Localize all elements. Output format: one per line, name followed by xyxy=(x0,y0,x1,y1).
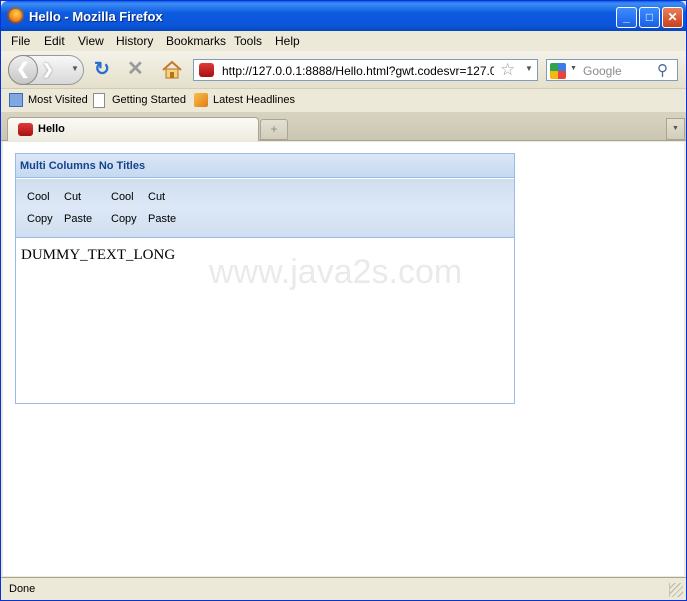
panel-title: Multi Columns No Titles xyxy=(20,160,146,172)
navigation-toolbar: ❮ ❯ ▼ ↻ ✕ http://127.0.0.1:8888/Hello.ht… xyxy=(1,51,686,89)
google-engine-icon[interactable] xyxy=(550,63,566,79)
rss-feed-icon xyxy=(194,93,208,107)
menu-tools[interactable]: Tools xyxy=(234,34,262,48)
menu-file[interactable]: File xyxy=(11,34,30,48)
toolbar-button-cool[interactable]: Cool xyxy=(27,191,50,203)
bookmark-getting-started[interactable]: Getting Started xyxy=(112,94,186,106)
panel-toolbar: Cool Cut Cool Cut Copy Paste Copy Paste xyxy=(16,179,514,238)
close-icon: ✕ xyxy=(667,10,678,24)
url-dropdown-icon[interactable]: ▼ xyxy=(525,64,533,73)
panel-body: DUMMY_TEXT_LONG www.java2s.com xyxy=(16,239,514,403)
back-arrow-icon: ❮ xyxy=(16,61,30,78)
back-button[interactable]: ❮ xyxy=(8,55,38,85)
bookmark-star-icon[interactable]: ☆ xyxy=(500,60,515,80)
menu-bookmarks[interactable]: Bookmarks xyxy=(166,34,226,48)
firefox-icon xyxy=(7,7,24,24)
search-icon[interactable]: ⚲ xyxy=(657,61,668,79)
toolbar-button-cut[interactable]: Cut xyxy=(148,191,165,203)
toolbar-button-copy[interactable]: Copy xyxy=(27,213,53,225)
window-title: Hello - Mozilla Firefox xyxy=(29,9,163,24)
panel-header: Multi Columns No Titles xyxy=(16,154,514,178)
list-all-tabs-button[interactable]: ▼ xyxy=(666,118,685,140)
address-bar[interactable]: http://127.0.0.1:8888/Hello.html?gwt.cod… xyxy=(193,59,538,81)
plus-icon: + xyxy=(270,122,278,136)
minimize-button[interactable]: _ xyxy=(616,7,637,28)
most-visited-icon xyxy=(9,93,23,107)
menu-help[interactable]: Help xyxy=(275,34,300,48)
close-button[interactable]: ✕ xyxy=(662,7,683,28)
page-icon xyxy=(93,93,105,108)
toolbar-button-cool[interactable]: Cool xyxy=(111,191,134,203)
maximize-icon: □ xyxy=(645,10,654,24)
menu-bar: File Edit View History Bookmarks Tools H… xyxy=(1,31,686,51)
stop-icon[interactable]: ✕ xyxy=(127,59,144,79)
toolbar-button-copy[interactable]: Copy xyxy=(111,213,137,225)
url-input[interactable]: http://127.0.0.1:8888/Hello.html?gwt.cod… xyxy=(222,64,494,78)
menu-edit[interactable]: Edit xyxy=(44,34,65,48)
search-input[interactable]: Google xyxy=(583,64,622,78)
toolbar-button-paste[interactable]: Paste xyxy=(148,213,176,225)
tab-label: Hello xyxy=(38,123,65,135)
page-content: Multi Columns No Titles Cool Cut Cool Cu… xyxy=(3,142,684,576)
forward-button[interactable]: ❯ xyxy=(42,61,54,78)
search-bar[interactable]: ▼ Google ⚲ xyxy=(546,59,678,81)
toolbar-button-cut[interactable]: Cut xyxy=(64,191,81,203)
bookmark-most-visited[interactable]: Most Visited xyxy=(28,94,88,106)
bookmark-latest-headlines[interactable]: Latest Headlines xyxy=(213,94,295,106)
minimize-icon: _ xyxy=(623,10,630,24)
bookmarks-toolbar: Most Visited Getting Started Latest Head… xyxy=(1,89,686,113)
new-tab-button[interactable]: + xyxy=(260,119,288,140)
home-icon[interactable] xyxy=(161,60,183,80)
site-favicon-icon xyxy=(199,63,214,77)
history-dropdown-icon[interactable]: ▼ xyxy=(71,64,79,73)
menu-view[interactable]: View xyxy=(78,34,104,48)
tab-hello[interactable]: Hello xyxy=(7,117,259,141)
title-bar[interactable]: Hello - Mozilla Firefox _ □ ✕ xyxy=(1,1,686,31)
grid-panel: Multi Columns No Titles Cool Cut Cool Cu… xyxy=(15,153,515,404)
watermark-text: www.java2s.com xyxy=(209,253,463,291)
status-bar: Done xyxy=(1,577,686,600)
toolbar-button-paste[interactable]: Paste xyxy=(64,213,92,225)
tab-favicon-icon xyxy=(18,123,33,136)
menu-history[interactable]: History xyxy=(116,34,153,48)
back-forward-group: ❮ ❯ ▼ xyxy=(8,55,84,85)
status-text: Done xyxy=(9,583,36,595)
reload-icon[interactable]: ↻ xyxy=(94,60,110,80)
body-text: DUMMY_TEXT_LONG xyxy=(21,247,176,263)
chevron-down-icon: ▼ xyxy=(672,125,679,132)
tab-strip: Hello + ▼ xyxy=(1,113,686,141)
browser-window: Hello - Mozilla Firefox _ □ ✕ File Edit … xyxy=(0,0,687,601)
engine-dropdown-icon[interactable]: ▼ xyxy=(570,65,577,72)
maximize-button[interactable]: □ xyxy=(639,7,660,28)
resize-grip-icon[interactable] xyxy=(669,583,683,597)
